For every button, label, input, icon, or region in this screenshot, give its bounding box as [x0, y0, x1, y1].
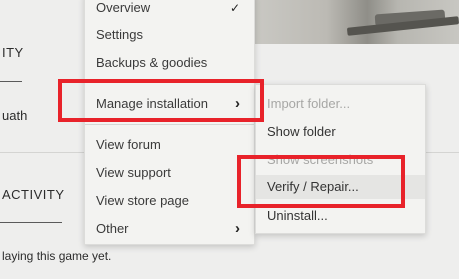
submenu-item-label: Verify / Repair... [267, 179, 359, 194]
menu-item-label: Manage installation [96, 96, 209, 111]
name-fragment: uath [2, 108, 28, 123]
manage-installation-submenu: Import folder... Show folder Show screen… [255, 84, 426, 234]
checkmark-icon: ✓ [229, 1, 240, 15]
menu-item-label: View forum [96, 137, 161, 152]
submenu-item-show-folder[interactable]: Show folder [256, 120, 425, 144]
submenu-item-show-screenshots[interactable]: Show screenshots [256, 148, 425, 172]
chevron-right-icon: › [235, 95, 240, 112]
submenu-item-import-folder[interactable]: Import folder... [256, 92, 425, 116]
submenu-item-label: Show folder [267, 124, 336, 139]
menu-item-overview[interactable]: Overview ✓ [85, 0, 254, 20]
menu-item-view-store-page[interactable]: View store page [85, 189, 254, 213]
section-divider [0, 152, 84, 153]
menu-separator [85, 124, 254, 125]
menu-item-label: View store page [96, 193, 189, 208]
section-divider [426, 152, 459, 153]
game-banner-image [255, 0, 459, 44]
menu-item-label: Overview [96, 0, 151, 15]
menu-item-backups-goodies[interactable]: Backups & goodies [85, 51, 254, 75]
submenu-item-uninstall[interactable]: Uninstall... [256, 204, 425, 228]
submenu-item-label: Uninstall... [267, 208, 328, 223]
menu-item-other[interactable]: Other › [85, 217, 254, 241]
heading-underline [0, 81, 22, 82]
menu-item-label: Other [96, 221, 129, 236]
submenu-item-label: Import folder... [267, 96, 351, 111]
activity-heading-fragment: ACTIVITY [2, 187, 65, 202]
chevron-right-icon: › [235, 220, 240, 237]
game-context-menu: Overview ✓ Settings Backups & goodies Ma… [84, 0, 255, 245]
menu-item-settings[interactable]: Settings [85, 23, 254, 47]
menu-item-label: Settings [96, 27, 143, 42]
menu-item-manage-installation[interactable]: Manage installation › [85, 92, 254, 116]
submenu-item-label: Show screenshots [267, 152, 374, 167]
section-heading-fragment: ITY [2, 45, 24, 60]
menu-item-label: Backups & goodies [96, 55, 208, 70]
menu-item-view-support[interactable]: View support [85, 161, 254, 185]
menu-item-label: View support [96, 165, 171, 180]
menu-item-view-forum[interactable]: View forum [85, 133, 254, 157]
activity-empty-text: laying this game yet. [2, 249, 112, 263]
submenu-item-verify-repair[interactable]: Verify / Repair... [256, 175, 425, 199]
heading-underline [0, 222, 62, 223]
